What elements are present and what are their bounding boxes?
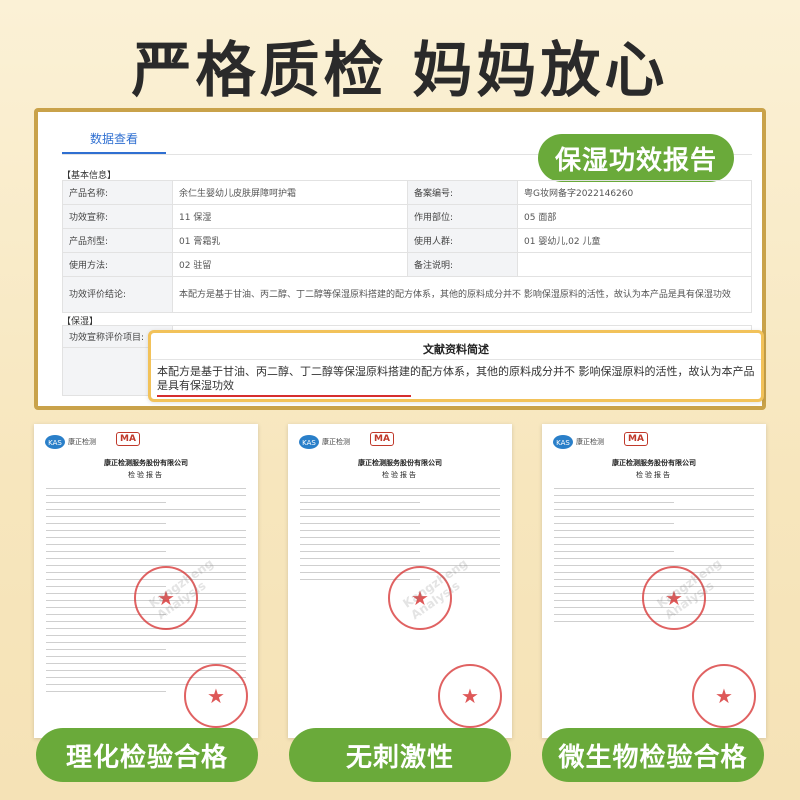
table-row: 功效宣称: 11 保湿 作用部位: 05 面部 [62,204,752,229]
table-row: 产品剂型: 01 膏霜乳 使用人群: 01 婴幼儿,02 儿童 [62,228,752,253]
field-value: 02 驻留 [172,252,408,277]
highlight-underline [157,395,411,397]
svg-text:KAS: KAS [556,439,570,447]
doc-brand: 康正检测 [322,438,350,446]
official-seal-icon: ★ [692,664,756,728]
kangzheng-logo-icon: KAS [553,435,573,449]
badge-non-irritating: 无刺激性 [289,728,511,782]
svg-text:KAS: KAS [302,439,316,447]
badge-microbial-passed: 微生物检验合格 [542,728,764,782]
official-seal-icon: ★ [438,664,502,728]
cma-mark: MA [370,432,394,446]
moisturizing-report-badge: 保湿功效报告 [538,134,734,182]
field-label: 功效评价结论: [62,276,173,313]
field-value: 01 婴幼儿,02 儿童 [517,228,752,253]
svg-text:KAS: KAS [48,439,62,447]
doc-company: 康正检测服务股份有限公司 [358,459,442,467]
field-label: 备案编号: [407,180,518,205]
official-seal-icon: ★ [184,664,248,728]
field-label: 产品剂型: [62,228,173,253]
table-row: 使用方法: 02 驻留 备注说明: [62,252,752,277]
field-label: 使用方法: [62,252,173,277]
doc-title: 检验报告 [128,471,164,479]
table-row: 产品名称: 余仁生婴幼儿皮肤屏障呵护霜 备案编号: 粤G妆网备字20221462… [62,180,752,205]
doc-title: 检验报告 [636,471,672,479]
field-value: 粤G妆网备字2022146260 [517,180,752,205]
inspection-report-physchem: KAS 康正检测 MA 康正检测服务股份有限公司 检验报告 ★ ★ Kangzh… [34,424,258,738]
literature-summary-popup: 文献资料简述 本配方是基于甘油、丙二醇、丁二醇等保湿原料搭建的配方体系，其他的原… [148,330,764,402]
field-label: 使用人群: [407,228,518,253]
field-label: 备注说明: [407,252,518,277]
kangzheng-logo-icon: KAS [299,435,319,449]
headline: 严格质检 妈妈放心 [131,36,669,106]
kangzheng-logo-icon: KAS [45,435,65,449]
inspection-report-irritation: KAS 康正检测 MA 康正检测服务股份有限公司 检验报告 ★ ★ Kangzh… [288,424,512,738]
doc-brand: 康正检测 [576,438,604,446]
inspection-report-microbial: KAS 康正检测 MA 康正检测服务股份有限公司 检验报告 ★ ★ Kangzh… [542,424,766,738]
field-value: 01 膏霜乳 [172,228,408,253]
field-value: 余仁生婴幼儿皮肤屏障呵护霜 [172,180,408,205]
cma-mark: MA [624,432,648,446]
popup-text: 本配方是基于甘油、丙二醇、丁二醇等保湿原料搭建的配方体系，其他的原料成分并不 影… [157,365,755,392]
doc-title: 检验报告 [382,471,418,479]
popup-title: 文献资料简述 [423,343,489,356]
doc-company: 康正检测服务股份有限公司 [104,459,188,467]
field-label: 产品名称: [62,180,173,205]
tab-data-view[interactable]: 数据查看 [90,130,138,147]
field-label: 作用部位: [407,204,518,229]
field-value [517,252,752,277]
popup-divider [151,359,761,360]
cma-mark: MA [116,432,140,446]
badge-physchem-passed: 理化检验合格 [36,728,258,782]
conclusion-value: 本配方是基于甘油、丙二醇、丁二醇等保湿原料搭建的配方体系，其他的原料成分并不 影… [172,276,752,313]
doc-company: 康正检测服务股份有限公司 [612,459,696,467]
basic-info-table: 产品名称: 余仁生婴幼儿皮肤屏障呵护霜 备案编号: 粤G妆网备字20221462… [62,180,752,313]
field-value: 11 保湿 [172,204,408,229]
table-row: 功效评价结论: 本配方是基于甘油、丙二醇、丁二醇等保湿原料搭建的配方体系，其他的… [62,276,752,313]
doc-brand: 康正检测 [68,438,96,446]
field-value: 05 面部 [517,204,752,229]
field-label: 功效宣称: [62,204,173,229]
